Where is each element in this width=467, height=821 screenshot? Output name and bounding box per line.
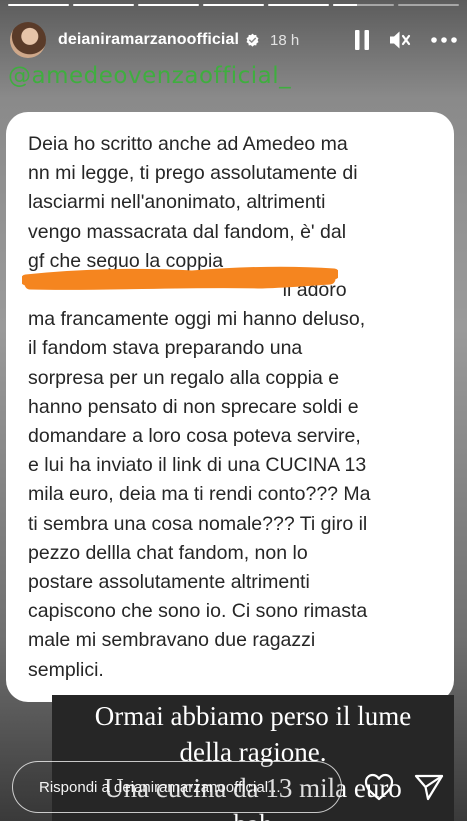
message-card: Deia ho scritto anche ad Amedeo ma nn mi… [6, 112, 454, 702]
reply-input[interactable] [13, 762, 341, 812]
verified-badge-icon [245, 33, 260, 48]
post-time: 18 h [270, 31, 300, 49]
redaction-scribble [22, 266, 338, 290]
message-text: Deia ho scritto anche ad Amedeo ma nn mi… [28, 133, 371, 681]
progress-segment [138, 4, 199, 6]
progress-segment [398, 4, 459, 6]
story-progress [8, 4, 459, 6]
reply-bar[interactable] [12, 761, 342, 813]
username[interactable]: deianiramarzanoofficial [58, 31, 239, 49]
progress-segment [8, 4, 69, 6]
mute-icon[interactable] [389, 30, 411, 50]
pause-icon[interactable] [355, 30, 369, 50]
story-controls [355, 30, 457, 50]
progress-segment [268, 4, 329, 6]
story-header: deianiramarzanoofficial 18 h [10, 20, 457, 60]
mention-tag[interactable]: @amedeovenzaofficial_ [8, 63, 291, 89]
send-icon[interactable] [412, 770, 446, 804]
more-icon[interactable] [431, 37, 457, 43]
avatar[interactable] [10, 22, 46, 58]
progress-segment [203, 4, 264, 6]
heart-icon[interactable] [362, 770, 396, 804]
progress-segment [73, 4, 134, 6]
progress-segment [333, 4, 394, 6]
